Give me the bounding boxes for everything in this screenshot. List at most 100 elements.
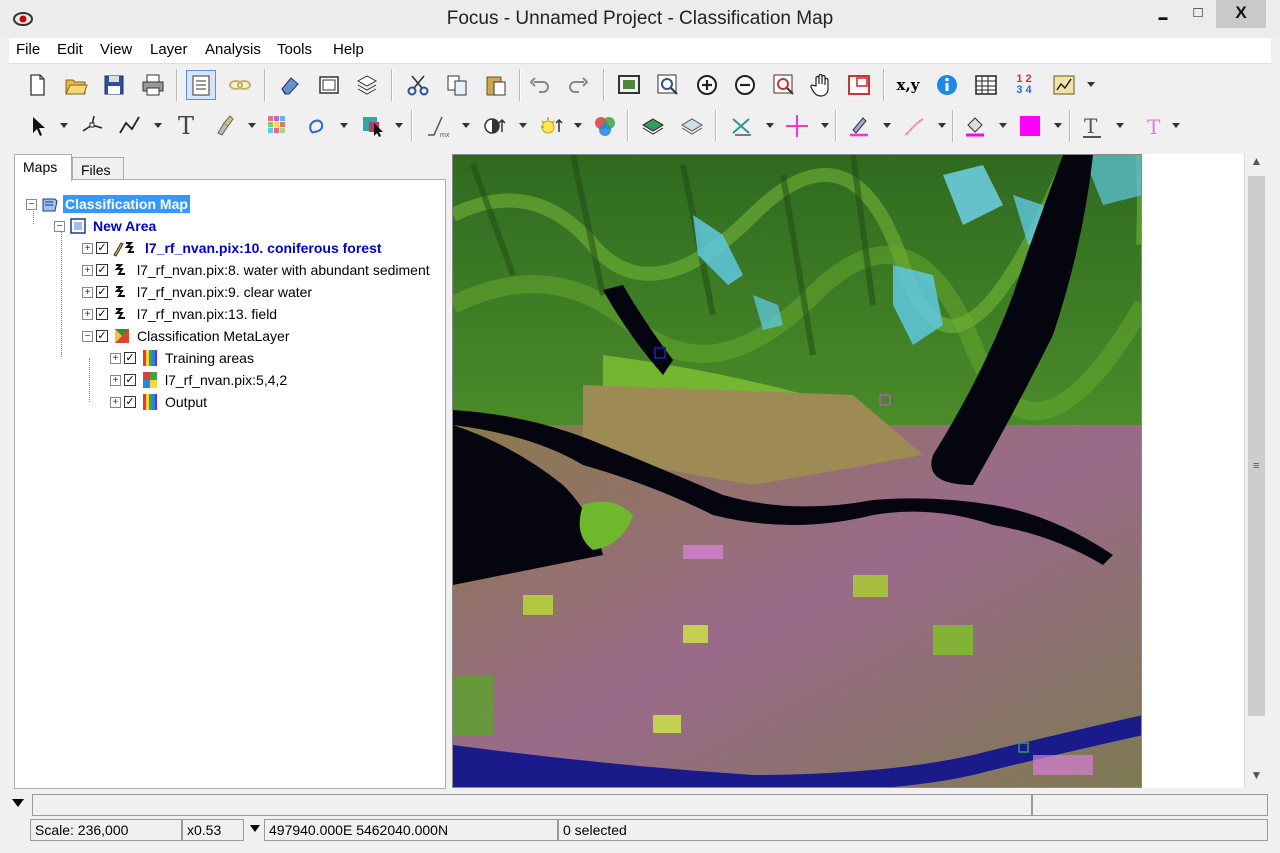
tree-node-metalayer[interactable]: − ✓ Classification MetaLayer: [82, 326, 292, 346]
expand-icon[interactable]: +: [110, 396, 121, 408]
line-style-dropdown-arrow[interactable]: [462, 123, 470, 128]
menu-tools[interactable]: Tools: [277, 41, 312, 58]
tree-node-area[interactable]: − New Area: [54, 216, 158, 236]
pattern-color-dropdown-arrow[interactable]: [1054, 123, 1062, 128]
crosshair-button[interactable]: [782, 111, 812, 141]
font-color-button[interactable]: T: [1077, 111, 1107, 141]
brightness-button[interactable]: [535, 111, 565, 141]
collapse-icon[interactable]: −: [82, 330, 93, 342]
tree-node-layer[interactable]: + ✓ l7_rf_nvan.pix:10. coniferous forest: [82, 238, 384, 258]
color-balance-button[interactable]: [590, 111, 620, 141]
expand-icon[interactable]: +: [82, 242, 93, 254]
lasso-button[interactable]: [303, 111, 333, 141]
collapse-icon[interactable]: −: [54, 220, 65, 232]
layer-visibility-checkbox[interactable]: ✓: [96, 330, 108, 342]
command-dropdown-icon[interactable]: [12, 799, 24, 807]
scroll-up-icon[interactable]: ▲: [1245, 154, 1268, 174]
xy-coordinate-button[interactable]: x,y: [893, 70, 923, 100]
paste-button[interactable]: [481, 70, 511, 100]
layer-visibility-checkbox[interactable]: ✓: [124, 352, 136, 364]
crosshair-dropdown-arrow[interactable]: [821, 123, 829, 128]
expand-icon[interactable]: +: [82, 308, 93, 320]
expand-icon[interactable]: +: [82, 286, 93, 298]
scrollbar-thumb[interactable]: ≡: [1248, 176, 1265, 716]
node-edit-button[interactable]: [78, 111, 108, 141]
line-color-dropdown-arrow[interactable]: [938, 123, 946, 128]
pattern-color-button[interactable]: [1015, 111, 1045, 141]
tree-node-rgb-layer[interactable]: + ✓ l7_rf_nvan.pix:5,4,2: [110, 370, 289, 390]
layer-visibility-checkbox[interactable]: ✓: [96, 286, 108, 298]
select-dropdown-arrow[interactable]: [60, 123, 68, 128]
redo-button[interactable]: [563, 70, 593, 100]
undo-button[interactable]: [525, 70, 555, 100]
polyline-dropdown-arrow[interactable]: [154, 123, 162, 128]
pen-button[interactable]: [844, 111, 874, 141]
open-button[interactable]: [61, 70, 91, 100]
layer-visibility-checkbox[interactable]: ✓: [96, 264, 108, 276]
copy-button[interactable]: [442, 70, 472, 100]
tab-files[interactable]: Files: [72, 157, 124, 180]
scroll-down-icon[interactable]: ▼: [1245, 768, 1268, 788]
layer-visibility-checkbox[interactable]: ✓: [96, 242, 108, 254]
text-color-dropdown-arrow[interactable]: [1172, 123, 1180, 128]
layer-visibility-checkbox[interactable]: ✓: [96, 308, 108, 320]
fill-select-dropdown-arrow[interactable]: [395, 123, 403, 128]
collapse-icon[interactable]: −: [26, 198, 37, 210]
table-button[interactable]: [971, 70, 1001, 100]
lasso-dropdown-arrow[interactable]: [340, 123, 348, 128]
mark-dropdown-arrow[interactable]: [766, 123, 774, 128]
properties-button[interactable]: [186, 70, 216, 100]
fill-color-button[interactable]: [960, 111, 990, 141]
close-button[interactable]: X: [1216, 0, 1266, 28]
map-view[interactable]: [452, 154, 1142, 788]
zoom-in-button[interactable]: [692, 70, 722, 100]
layer-visibility-checkbox[interactable]: ✓: [124, 396, 136, 408]
pan-button[interactable]: [806, 70, 836, 100]
tree-node-output[interactable]: + ✓ Output: [110, 392, 209, 412]
contrast-dropdown-arrow[interactable]: [519, 123, 527, 128]
maximize-button[interactable]: □: [1181, 0, 1215, 28]
link-button[interactable]: [225, 70, 255, 100]
brightness-dropdown-arrow[interactable]: [574, 123, 582, 128]
layers-button[interactable]: [352, 70, 382, 100]
zoom-window-button[interactable]: [653, 70, 683, 100]
chart-button[interactable]: [1049, 70, 1079, 100]
menu-layer[interactable]: Layer: [150, 41, 188, 58]
save-button[interactable]: [99, 70, 129, 100]
map-vertical-scrollbar[interactable]: ▲ ≡ ▼: [1244, 154, 1268, 788]
new-file-button[interactable]: [22, 70, 52, 100]
zoom-out-button[interactable]: [730, 70, 760, 100]
cut-button[interactable]: [403, 70, 433, 100]
expand-icon[interactable]: +: [82, 264, 93, 276]
layer-down-button[interactable]: [677, 111, 707, 141]
line-color-button[interactable]: [899, 111, 929, 141]
eraser-button[interactable]: [275, 70, 305, 100]
text-color-button[interactable]: T: [1140, 111, 1170, 141]
chart-dropdown-arrow[interactable]: [1087, 82, 1095, 87]
info-button[interactable]: [932, 70, 962, 100]
menu-file[interactable]: File: [16, 41, 40, 58]
layer-up-button[interactable]: [638, 111, 668, 141]
fill-select-button[interactable]: [358, 111, 388, 141]
fill-color-dropdown-arrow[interactable]: [999, 123, 1007, 128]
text-tool-button[interactable]: T: [171, 111, 201, 141]
tree-node-layer[interactable]: + ✓ l7_rf_nvan.pix:8. water with abundan…: [82, 260, 432, 280]
minimize-button[interactable]: ▬: [1146, 0, 1180, 28]
expand-icon[interactable]: +: [110, 374, 121, 386]
tree-node-layer[interactable]: + ✓ l7_rf_nvan.pix:9. clear water: [82, 282, 314, 302]
print-button[interactable]: [138, 70, 168, 100]
mark-button[interactable]: [727, 111, 757, 141]
zoom-extent-button[interactable]: [614, 70, 644, 100]
map-blank-area[interactable]: [1142, 154, 1244, 788]
layer-visibility-checkbox[interactable]: ✓: [124, 374, 136, 386]
tab-maps[interactable]: Maps: [14, 154, 72, 181]
tree-node-training-areas[interactable]: + ✓ Training areas: [110, 348, 256, 368]
command-input[interactable]: [32, 794, 1032, 816]
scale-field[interactable]: Scale: 236,000: [30, 819, 182, 841]
tree-node-root[interactable]: − Classification Map: [26, 194, 190, 214]
expand-icon[interactable]: +: [110, 352, 121, 364]
zoom-field[interactable]: x0.53: [182, 819, 244, 841]
menu-edit[interactable]: Edit: [57, 41, 83, 58]
polyline-button[interactable]: [115, 111, 145, 141]
brush-dropdown-arrow[interactable]: [248, 123, 256, 128]
